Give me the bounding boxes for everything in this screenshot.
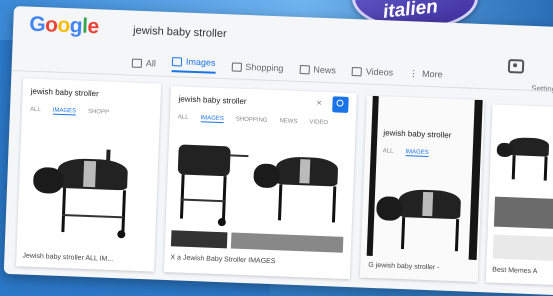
tab-videos[interactable]: Videos bbox=[351, 63, 394, 81]
search-icon bbox=[131, 58, 143, 68]
smoker-grill-image bbox=[172, 136, 255, 229]
card-tab: IMAGES bbox=[200, 115, 224, 124]
tab-label: News bbox=[313, 64, 337, 76]
logo-letter: e bbox=[87, 14, 100, 39]
tab-more[interactable]: ⋮ More bbox=[409, 65, 443, 82]
tag-icon bbox=[231, 61, 242, 72]
result-card[interactable]: jewish baby stroller ALL IMAGES G jewish… bbox=[359, 95, 485, 283]
card-tab: ALL bbox=[29, 106, 41, 114]
close-icon[interactable]: × bbox=[316, 98, 322, 108]
camera-icon[interactable] bbox=[507, 59, 525, 74]
logo-letter: o bbox=[57, 13, 71, 38]
tab-label: Videos bbox=[365, 66, 394, 78]
card-tab: ALL bbox=[382, 148, 394, 155]
tab-images[interactable]: Images bbox=[171, 56, 216, 74]
card-tabs: ALL IMAGES SHOPP bbox=[30, 107, 109, 117]
settings-link[interactable]: Setting bbox=[531, 84, 553, 94]
card-tab: NEWS bbox=[279, 118, 298, 125]
image-icon bbox=[171, 56, 183, 66]
logo-letter: o bbox=[44, 13, 58, 37]
tab-label: Images bbox=[185, 56, 216, 68]
card-query: jewish baby stroller bbox=[383, 128, 452, 140]
tab-news[interactable]: News bbox=[299, 61, 336, 78]
search-tabs: All Images Shopping News Videos ⋮ More bbox=[131, 55, 443, 83]
tab-all[interactable]: All bbox=[131, 55, 157, 72]
google-logo[interactable]: Google bbox=[29, 13, 99, 40]
result-card[interactable]: jewish baby stroller × ALL IMAGES SHOPPI… bbox=[163, 86, 357, 280]
card-tab: ALL bbox=[177, 114, 189, 121]
smoker-grill-image bbox=[495, 135, 553, 187]
card-query: jewish baby stroller bbox=[30, 86, 99, 99]
frame-edge bbox=[468, 99, 483, 260]
smoker-grill-image bbox=[31, 147, 144, 241]
card-caption: X a Jewish Baby Stroller IMAGES bbox=[170, 254, 276, 266]
card-tabs: ALL IMAGES bbox=[382, 148, 429, 158]
smoker-grill-image bbox=[375, 184, 472, 258]
search-input[interactable]: jewish baby stroller bbox=[133, 25, 227, 41]
card-caption: G jewish baby stroller - bbox=[368, 261, 440, 272]
tab-label: Shopping bbox=[245, 61, 284, 74]
card-tab: IMAGES bbox=[405, 149, 429, 158]
tab-shopping[interactable]: Shopping bbox=[231, 58, 284, 76]
card-caption: Best Memes A bbox=[492, 266, 538, 276]
card-tab: IMAGES bbox=[52, 107, 77, 116]
card-tabs: ALL IMAGES SHOPPING NEWS VIDEO bbox=[178, 114, 329, 127]
logo-letter: g bbox=[69, 14, 83, 38]
logo-letter: G bbox=[28, 12, 46, 37]
card-tab: SHOPPING bbox=[235, 116, 268, 124]
news-icon bbox=[299, 64, 310, 74]
video-icon bbox=[351, 66, 363, 76]
monitor-screen: Google jewish baby stroller All Images S… bbox=[3, 6, 553, 296]
card-tab: VIDEO bbox=[309, 119, 329, 127]
result-card[interactable]: jewish baby stroller ALL IMAGES SHOPP Je… bbox=[16, 78, 162, 272]
tab-label: All bbox=[145, 58, 157, 69]
card-query: jewish baby stroller bbox=[178, 94, 247, 106]
card-caption: Jewish baby stroller ALL IM... bbox=[22, 252, 114, 263]
card-tab: SHOPP bbox=[87, 108, 110, 116]
tab-label: More bbox=[421, 68, 443, 80]
smoker-grill-image bbox=[252, 149, 351, 233]
more-icon: ⋮ bbox=[408, 67, 419, 79]
search-button[interactable] bbox=[332, 96, 349, 113]
result-card[interactable]: Best Memes A bbox=[485, 104, 553, 286]
